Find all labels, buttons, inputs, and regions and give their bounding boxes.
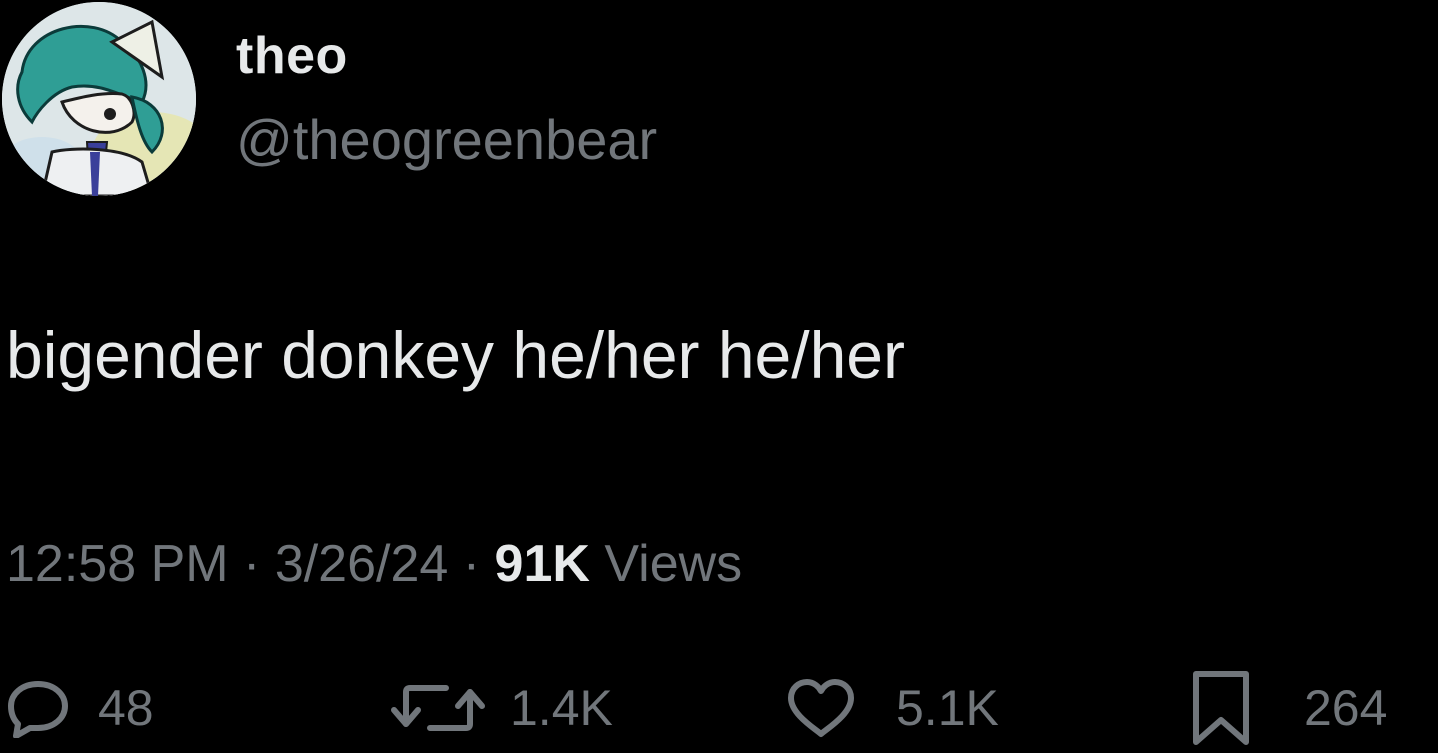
meta-separator: · <box>462 535 481 593</box>
repost-button[interactable]: 1.4K <box>388 678 613 738</box>
reply-icon <box>8 681 68 738</box>
tweet-time[interactable]: 12:58 PM <box>6 535 229 593</box>
avatar-image <box>2 2 196 196</box>
author-display-name[interactable]: theo <box>236 30 348 82</box>
bookmark-count: 264 <box>1304 680 1388 736</box>
meta-separator: · <box>243 535 261 593</box>
tweet-date[interactable]: 3/26/24 <box>275 535 449 593</box>
tweet-meta: 12:58 PM · 3/26/24 · 91K Views <box>6 538 742 590</box>
author-handle[interactable]: @theogreenbear <box>236 112 657 168</box>
avatar[interactable] <box>2 2 196 196</box>
like-button[interactable]: 5.1K <box>786 678 999 738</box>
reply-count: 48 <box>98 680 154 736</box>
heart-icon <box>788 679 854 737</box>
reply-button[interactable]: 48 <box>6 678 154 738</box>
like-count: 5.1K <box>896 680 999 736</box>
tweet-text: bigender donkey he/her he/her <box>6 318 905 392</box>
bookmark-button[interactable]: 264 <box>1190 671 1388 745</box>
repost-count: 1.4K <box>510 680 613 736</box>
bookmark-icon <box>1193 671 1249 745</box>
views-label: Views <box>604 535 743 593</box>
views-count: 91K <box>494 535 590 593</box>
repost-icon <box>391 685 485 731</box>
